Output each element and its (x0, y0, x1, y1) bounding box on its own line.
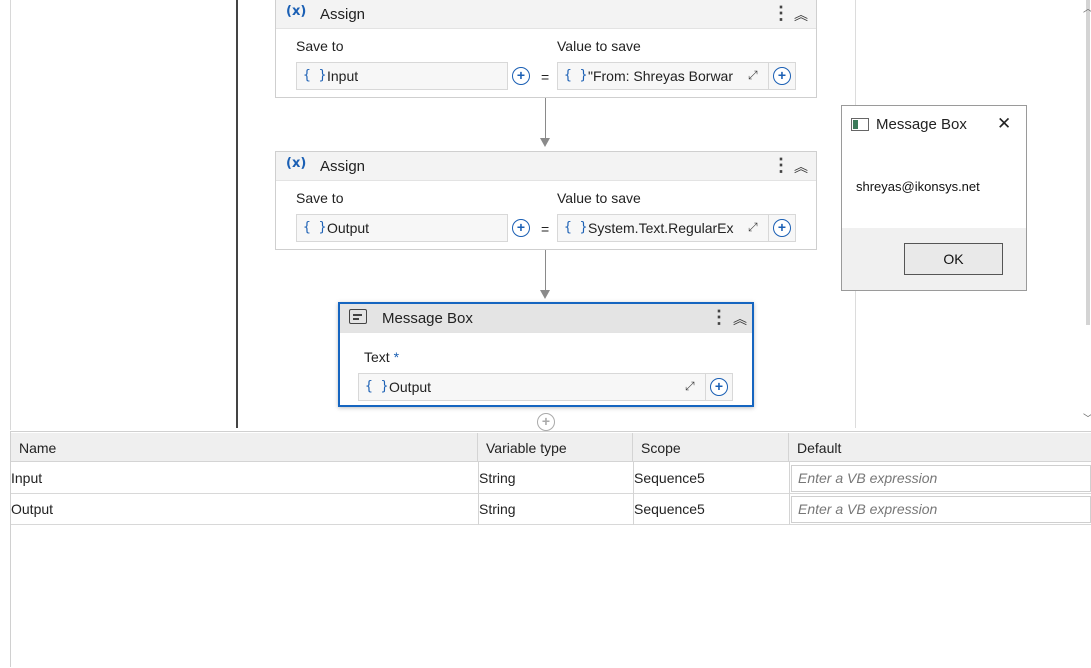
variable-scope-cell[interactable]: Sequence5 (633, 463, 789, 494)
connector-arrow-icon (540, 138, 550, 147)
expression-brace-icon: { } (365, 379, 389, 394)
column-header-default[interactable]: Default (789, 433, 1091, 462)
default-expression-input[interactable]: Enter a VB expression (791, 465, 1091, 492)
equals-sign: = (541, 221, 550, 237)
assign-variable-icon: (x) (286, 4, 307, 19)
connector-arrow-icon (540, 290, 550, 299)
assign-activity-2[interactable]: (x) Assign ⋮ ︽ Save to Value to save { }… (275, 151, 817, 250)
close-icon[interactable]: ✕ (997, 114, 1011, 134)
message-text-value: Output (389, 379, 432, 395)
collapse-icon[interactable]: ︽ (794, 5, 808, 25)
value-to-save-label: Value to save (557, 190, 641, 206)
assign-activity-title: Assign (320, 6, 366, 23)
variable-name-cell[interactable]: Input (11, 463, 478, 494)
save-to-label: Save to (296, 190, 344, 206)
ok-button[interactable]: OK (904, 243, 1003, 275)
required-asterisk: * (393, 349, 400, 365)
message-box-icon (349, 309, 367, 324)
add-text-icon[interactable]: + (710, 378, 728, 396)
add-value-icon[interactable]: + (773, 67, 791, 85)
collapse-icon[interactable]: ︽ (733, 309, 747, 329)
more-options-icon[interactable]: ⋮ (772, 155, 790, 175)
save-to-field[interactable]: { } Output (296, 214, 508, 242)
message-box-dialog: Message Box ✕ shreyas@ikonsys.net OK (841, 105, 1027, 291)
assign-variable-icon: (x) (286, 156, 307, 171)
value-to-save-label: Value to save (557, 38, 641, 54)
expand-editor-icon[interactable]: ⤢ (748, 68, 758, 83)
connector-line (545, 98, 546, 140)
dialog-title: Message Box (876, 116, 967, 133)
connector-line (545, 250, 546, 292)
message-box-activity[interactable]: Message Box ⋮ ︽ Text * { } Output ⤢ + (338, 302, 754, 407)
column-divider (478, 462, 479, 525)
text-label: Text * (364, 349, 400, 365)
scroll-down-arrow-icon[interactable]: ﹀ (1083, 410, 1091, 425)
expression-brace-icon: { } (303, 220, 327, 235)
variable-type-cell[interactable]: String (478, 494, 633, 525)
message-text-field[interactable]: { } Output ⤢ (358, 373, 706, 401)
message-box-activity-header[interactable]: Message Box ⋮ ︽ (340, 304, 752, 333)
variable-scope-cell[interactable]: Sequence5 (633, 494, 789, 525)
value-to-save-field[interactable]: { } System.Text.RegularEx ⤢ (557, 214, 769, 242)
column-header-variable-type[interactable]: Variable type (478, 433, 633, 462)
expression-brace-icon: { } (303, 68, 327, 83)
add-variable-icon[interactable]: + (512, 219, 530, 237)
value-to-save-field[interactable]: { } "From: Shreyas Borwar ⤢ (557, 62, 769, 90)
assign-activity-header[interactable]: (x) Assign ⋮ ︽ (276, 0, 816, 29)
save-to-field[interactable]: { } Input (296, 62, 508, 90)
expand-editor-icon[interactable]: ⤢ (685, 379, 695, 394)
save-to-label: Save to (296, 38, 344, 54)
assign-activity-1[interactable]: (x) Assign ⋮ ︽ Save to Value to save { }… (275, 0, 817, 98)
column-header-scope[interactable]: Scope (633, 433, 789, 462)
collapse-icon[interactable]: ︽ (794, 157, 808, 177)
add-variable-icon[interactable]: + (512, 67, 530, 85)
message-box-activity-title: Message Box (382, 310, 473, 327)
column-header-name[interactable]: Name (11, 433, 478, 462)
canvas-vertical-scrollbar[interactable] (1086, 0, 1090, 325)
expression-brace-icon: { } (564, 220, 588, 235)
scroll-up-arrow-icon[interactable]: ︿ (1083, 0, 1091, 15)
variable-name-cell[interactable]: Output (11, 494, 478, 525)
assign-activity-header[interactable]: (x) Assign ⋮ ︽ (276, 152, 816, 181)
value-to-save-value: "From: Shreyas Borwar (588, 68, 734, 84)
dialog-app-icon (851, 118, 869, 131)
variable-type-cell[interactable]: String (478, 463, 633, 494)
column-divider (789, 462, 790, 525)
more-options-icon[interactable]: ⋮ (772, 3, 790, 23)
canvas-left-border (10, 0, 11, 430)
add-value-icon[interactable]: + (773, 219, 791, 237)
equals-sign: = (541, 69, 550, 85)
expand-editor-icon[interactable]: ⤢ (748, 220, 758, 235)
more-options-icon[interactable]: ⋮ (710, 307, 728, 327)
assign-activity-title: Assign (320, 158, 366, 175)
sequence-border-line (236, 0, 238, 428)
expression-brace-icon: { } (564, 68, 588, 83)
save-to-value: Input (327, 68, 359, 84)
add-activity-icon[interactable]: + (537, 413, 555, 431)
save-to-value: Output (327, 220, 370, 236)
default-expression-input[interactable]: Enter a VB expression (791, 496, 1091, 523)
dialog-message: shreyas@ikonsys.net (856, 179, 980, 194)
value-to-save-value: System.Text.RegularEx (588, 220, 734, 236)
column-divider (633, 462, 634, 525)
